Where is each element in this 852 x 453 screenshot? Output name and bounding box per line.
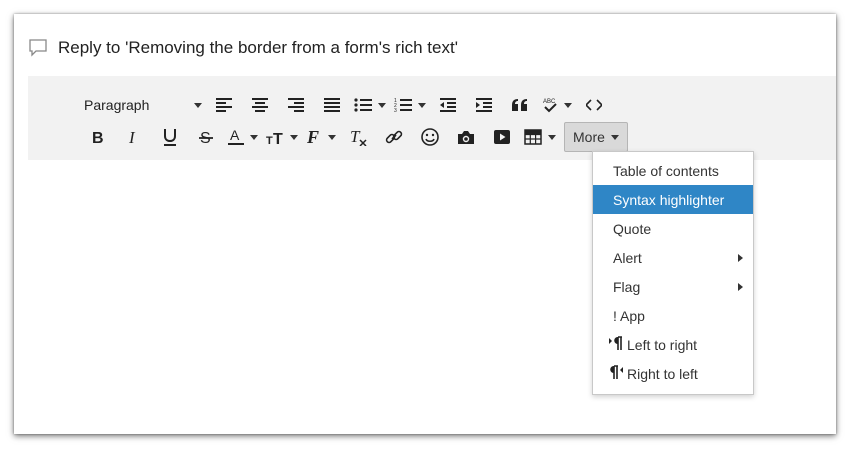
emoji-icon bbox=[421, 128, 439, 146]
align-right-icon bbox=[288, 98, 304, 112]
menu-item-label: Table of contents bbox=[613, 162, 719, 179]
emoji-button[interactable] bbox=[416, 123, 444, 151]
block-format-label: Paragraph bbox=[84, 97, 150, 113]
chevron-right-icon bbox=[738, 282, 743, 291]
underline-button[interactable] bbox=[156, 123, 184, 151]
outdent-icon bbox=[440, 98, 456, 112]
menu-item-app[interactable]: ! App bbox=[593, 301, 753, 330]
strikethrough-icon: S bbox=[199, 130, 213, 145]
link-icon bbox=[385, 130, 403, 144]
video-play-icon bbox=[494, 130, 510, 144]
chevron-down-icon bbox=[290, 134, 298, 140]
clear-format-button[interactable]: T bbox=[344, 123, 372, 151]
menu-item-alert[interactable]: Alert bbox=[593, 243, 753, 272]
chevron-down-icon bbox=[328, 134, 336, 140]
spellcheck-button[interactable]: ABC bbox=[542, 91, 572, 119]
indent-button[interactable] bbox=[470, 91, 498, 119]
chevron-down-icon bbox=[250, 134, 258, 140]
align-center-button[interactable] bbox=[246, 91, 274, 119]
text-color-button[interactable]: A bbox=[228, 123, 258, 151]
rtl-icon bbox=[609, 364, 623, 384]
menu-item-label: Quote bbox=[613, 220, 652, 237]
table-icon bbox=[524, 129, 542, 145]
chevron-down-icon bbox=[194, 102, 202, 108]
bold-button[interactable]: B bbox=[84, 123, 112, 151]
svg-text:T: T bbox=[273, 131, 283, 145]
svg-text:I: I bbox=[128, 129, 136, 145]
more-dropdown-menu: Table of contents Syntax highlighter Quo… bbox=[592, 151, 754, 395]
menu-item-right-to-left[interactable]: Right to left bbox=[593, 359, 753, 388]
font-family-button[interactable]: F bbox=[306, 123, 336, 151]
menu-item-label: Left to right bbox=[627, 336, 698, 353]
svg-text:ABC: ABC bbox=[543, 99, 556, 105]
strikethrough-button[interactable]: S bbox=[192, 123, 220, 151]
bullet-list-icon bbox=[354, 98, 372, 112]
svg-text:3: 3 bbox=[394, 108, 397, 113]
chevron-right-icon bbox=[738, 253, 743, 262]
block-format-select[interactable]: Paragraph bbox=[84, 91, 202, 119]
blockquote-icon bbox=[512, 99, 527, 111]
italic-button[interactable]: I bbox=[120, 123, 148, 151]
indent-icon bbox=[476, 98, 492, 112]
menu-item-label: Alert bbox=[613, 249, 642, 266]
bold-icon: B bbox=[92, 130, 104, 145]
chevron-down-icon bbox=[378, 102, 386, 108]
menu-item-quote[interactable]: Quote bbox=[593, 214, 753, 243]
more-button[interactable]: More bbox=[564, 122, 628, 152]
svg-text:T: T bbox=[266, 135, 273, 145]
image-button[interactable] bbox=[452, 123, 480, 151]
underline-icon bbox=[164, 129, 176, 146]
menu-item-left-to-right[interactable]: Left to right bbox=[593, 330, 753, 359]
menu-item-table-of-contents[interactable]: Table of contents bbox=[593, 156, 753, 185]
spellcheck-icon: ABC bbox=[543, 99, 557, 113]
link-button[interactable] bbox=[380, 123, 408, 151]
align-center-icon bbox=[252, 98, 268, 112]
font-family-icon: F bbox=[306, 128, 319, 146]
font-size-button[interactable]: TT bbox=[266, 123, 298, 151]
bullet-list-button[interactable] bbox=[354, 91, 386, 119]
comment-icon bbox=[28, 38, 48, 58]
camera-icon bbox=[458, 130, 474, 144]
menu-item-syntax-highlighter[interactable]: Syntax highlighter bbox=[593, 185, 753, 214]
reply-panel: Reply to 'Removing the border from a for… bbox=[14, 14, 836, 434]
menu-item-label: Right to left bbox=[627, 365, 698, 382]
table-button[interactable] bbox=[524, 123, 556, 151]
numbered-list-button[interactable]: 123 bbox=[394, 91, 426, 119]
menu-item-label: Syntax highlighter bbox=[613, 191, 725, 208]
chevron-down-icon bbox=[610, 134, 619, 140]
svg-text:F: F bbox=[306, 128, 319, 146]
align-left-button[interactable] bbox=[210, 91, 238, 119]
ltr-icon bbox=[609, 335, 623, 355]
reply-title: Reply to 'Removing the border from a for… bbox=[58, 38, 458, 57]
chevron-down-icon bbox=[418, 102, 426, 108]
blockquote-button[interactable] bbox=[506, 91, 534, 119]
italic-icon: I bbox=[128, 129, 136, 145]
source-code-icon bbox=[586, 99, 602, 111]
source-code-button[interactable] bbox=[580, 91, 608, 119]
menu-item-label: Flag bbox=[613, 278, 641, 295]
editor-toolbar: Paragraph 123 ABC B I A T T F T More bbox=[28, 76, 836, 160]
svg-text:T: T bbox=[350, 128, 361, 146]
menu-item-flag[interactable]: Flag bbox=[593, 272, 753, 301]
svg-text:B: B bbox=[92, 130, 104, 145]
align-left-icon bbox=[216, 98, 232, 112]
outdent-button[interactable] bbox=[434, 91, 462, 119]
font-size-icon: TT bbox=[266, 131, 283, 145]
video-button[interactable] bbox=[488, 123, 516, 151]
align-justify-button[interactable] bbox=[318, 91, 346, 119]
svg-text:A: A bbox=[230, 128, 240, 143]
numbered-list-icon: 123 bbox=[394, 98, 412, 113]
chevron-down-icon bbox=[564, 102, 572, 108]
toolbar-row-2: B I S A TT F T bbox=[84, 122, 628, 152]
more-label: More bbox=[573, 129, 605, 145]
chevron-down-icon bbox=[548, 134, 556, 140]
clear-format-icon: T bbox=[350, 128, 367, 146]
text-color-icon: A bbox=[228, 128, 244, 145]
reply-header: Reply to 'Removing the border from a for… bbox=[28, 36, 458, 60]
align-justify-icon bbox=[324, 98, 340, 112]
menu-item-label: ! App bbox=[613, 307, 645, 324]
align-right-button[interactable] bbox=[282, 91, 310, 119]
toolbar-row-1: Paragraph 123 ABC bbox=[84, 90, 616, 120]
